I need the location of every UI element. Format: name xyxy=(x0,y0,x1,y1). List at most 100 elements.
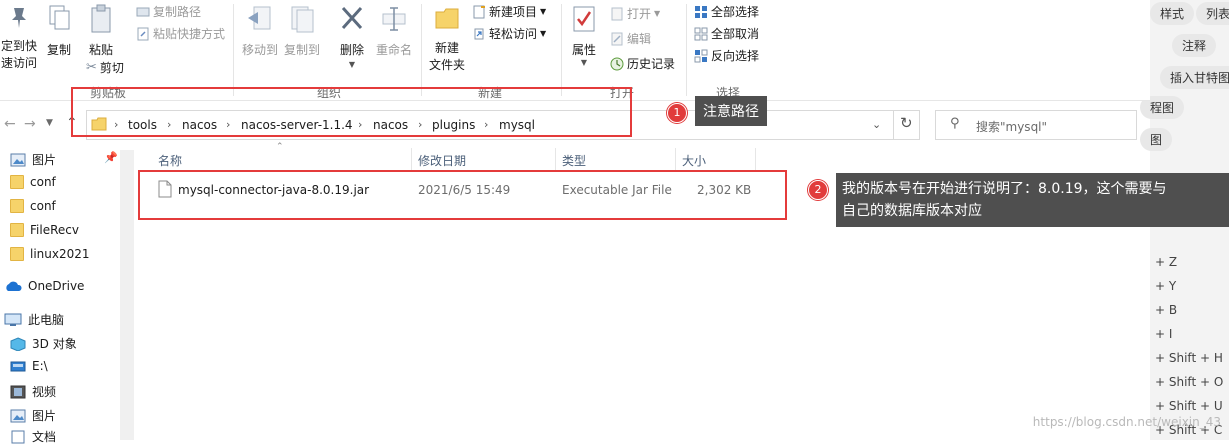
nav-item-label: 此电脑 xyxy=(28,313,65,327)
nav-item-3d-objects[interactable]: 3D 对象 xyxy=(10,335,77,352)
pinned-icon: 📌 xyxy=(104,151,118,164)
nav-pane-scrollbar[interactable] xyxy=(120,150,134,440)
nav-item-label: 视频 xyxy=(32,385,57,399)
history-button[interactable]: 历史记录 xyxy=(610,55,675,72)
annotation-badge-1: 1 xyxy=(667,103,687,123)
rename-icon xyxy=(382,7,406,31)
documents-icon xyxy=(11,430,25,443)
paste-label: 粘贴 xyxy=(88,43,113,57)
address-divider xyxy=(893,110,894,140)
nav-item-label: 图片 xyxy=(32,409,57,423)
easy-access-button[interactable]: 轻松访问 ▼ xyxy=(472,25,546,42)
computer-icon xyxy=(4,313,22,326)
copy-to-label: 复制到 xyxy=(283,43,320,57)
recent-locations-chevron-icon[interactable]: ▼ xyxy=(46,118,53,128)
select-none-button[interactable]: 全部取消 xyxy=(694,25,759,42)
nav-item-pictures[interactable]: 图片 xyxy=(10,151,56,168)
invert-selection-button[interactable]: 反向选择 xyxy=(694,47,759,64)
column-divider[interactable] xyxy=(755,148,756,172)
copy-path-button[interactable]: 复制路径 xyxy=(136,3,201,20)
nav-item-label: linux2021 xyxy=(30,247,90,261)
nav-item-label: conf xyxy=(30,199,56,213)
paste-shortcut-icon xyxy=(137,27,149,40)
annotation-path-box xyxy=(71,87,632,137)
back-arrow-icon[interactable]: ← xyxy=(4,116,16,132)
column-header-size[interactable]: 大小 xyxy=(682,152,706,169)
copy-button[interactable]: 复制 xyxy=(42,4,76,64)
annotation-callout-2: 我的版本号在开始进行说明了：8.0.19，这个需要与 自己的数据库版本对应 xyxy=(836,173,1229,227)
copy-to-icon xyxy=(291,6,314,33)
folder-icon xyxy=(10,223,24,237)
invert-selection-icon xyxy=(694,49,708,62)
forward-arrow-icon[interactable]: → xyxy=(24,116,36,132)
paste-icon xyxy=(91,4,111,33)
shortcut-text: + Y xyxy=(1155,279,1177,293)
nav-item-conf[interactable]: conf xyxy=(10,199,56,213)
open-icon xyxy=(611,7,623,20)
folder-icon xyxy=(10,175,24,189)
new-folder-button[interactable]: 新建 文件夹 xyxy=(426,4,468,74)
ribbon: 定到快 速访问 复制 粘贴 复制路径 粘贴快捷方式 ✂ 剪切 剪贴板 移动到 复… xyxy=(0,0,1150,101)
sort-up-chevron-icon: ⌃ xyxy=(276,142,284,152)
column-divider[interactable] xyxy=(555,148,556,172)
move-to-button[interactable]: 移动到 xyxy=(240,4,280,64)
backdrop-chip: 列表 xyxy=(1196,2,1229,25)
column-header-type[interactable]: 类型 xyxy=(562,152,586,169)
pin-label: 定到快 xyxy=(0,39,37,53)
move-to-icon xyxy=(248,6,271,30)
move-to-label: 移动到 xyxy=(241,43,278,57)
delete-label: 删除 xyxy=(339,43,364,57)
nav-item-pictures[interactable]: 图片 xyxy=(10,407,56,424)
annotation-callout-2-line: 我的版本号在开始进行说明了：8.0.19，这个需要与 xyxy=(842,181,1167,197)
shortcut-text: + B xyxy=(1155,303,1178,317)
copy-path-icon xyxy=(136,7,150,16)
select-all-icon xyxy=(695,5,707,18)
search-placeholder[interactable]: 搜索"mysql" xyxy=(976,118,1047,135)
address-dropdown-chevron-icon[interactable]: ⌄ xyxy=(872,118,881,131)
select-all-button[interactable]: 全部选择 xyxy=(694,3,759,20)
column-divider[interactable] xyxy=(675,148,676,172)
properties-button[interactable]: 属性 ▼ xyxy=(566,4,602,74)
open-button[interactable]: 打开 ▼ xyxy=(610,5,660,22)
copy-path-label: 复制路径 xyxy=(153,5,202,19)
search-icon: ⚲ xyxy=(950,116,960,131)
invert-selection-label: 反向选择 xyxy=(711,49,760,63)
column-divider[interactable] xyxy=(411,148,412,172)
nav-item-conf[interactable]: conf xyxy=(10,175,56,189)
new-item-icon xyxy=(473,5,485,18)
copy-to-button[interactable]: 复制到 xyxy=(282,4,322,64)
nav-item-linux2021[interactable]: linux2021 xyxy=(10,247,90,261)
paste-button[interactable]: 粘贴 xyxy=(84,4,118,64)
chevron-down-icon: ▼ xyxy=(540,29,547,38)
nav-item-filerecv[interactable]: FileRecv xyxy=(10,223,79,237)
new-item-button[interactable]: 新建项目 ▼ xyxy=(472,3,546,20)
drive-icon xyxy=(10,361,26,372)
column-header-date[interactable]: 修改日期 xyxy=(418,152,466,169)
nav-item-documents[interactable]: 文档 xyxy=(10,428,56,445)
column-header-name[interactable]: 名称 xyxy=(158,152,182,169)
history-icon xyxy=(610,57,624,70)
chevron-down-icon: ▼ xyxy=(580,58,588,67)
scissors-icon: ✂ xyxy=(86,60,97,75)
nav-item-drive-e[interactable]: E:\ xyxy=(10,359,48,373)
delete-x-icon xyxy=(341,6,363,30)
nav-item-videos[interactable]: 视频 xyxy=(10,383,56,400)
pictures-icon xyxy=(10,409,26,422)
new-folder-label: 文件夹 xyxy=(428,58,465,72)
nav-item-label: FileRecv xyxy=(30,223,79,237)
refresh-icon[interactable]: ↻ xyxy=(900,114,913,132)
annotation-file-box xyxy=(138,170,787,220)
pin-quick-access-button[interactable]: 定到快 速访问 xyxy=(0,4,38,74)
cut-button[interactable]: ✂ 剪切 xyxy=(86,59,124,76)
nav-item-label: 文档 xyxy=(32,430,57,444)
properties-icon xyxy=(573,6,595,32)
edit-button[interactable]: 编辑 xyxy=(610,30,651,47)
properties-label: 属性 xyxy=(571,43,596,57)
paste-shortcut-label: 粘贴快捷方式 xyxy=(153,27,226,41)
paste-shortcut-button[interactable]: 粘贴快捷方式 xyxy=(136,25,225,42)
nav-item-onedrive[interactable]: OneDrive xyxy=(4,279,84,293)
rename-button[interactable]: 重命名 xyxy=(374,4,414,64)
delete-button[interactable]: 删除 ▼ xyxy=(334,4,370,69)
nav-item-this-pc[interactable]: 此电脑 xyxy=(4,311,64,328)
backdrop-chip: 插入甘特图 xyxy=(1160,66,1229,89)
